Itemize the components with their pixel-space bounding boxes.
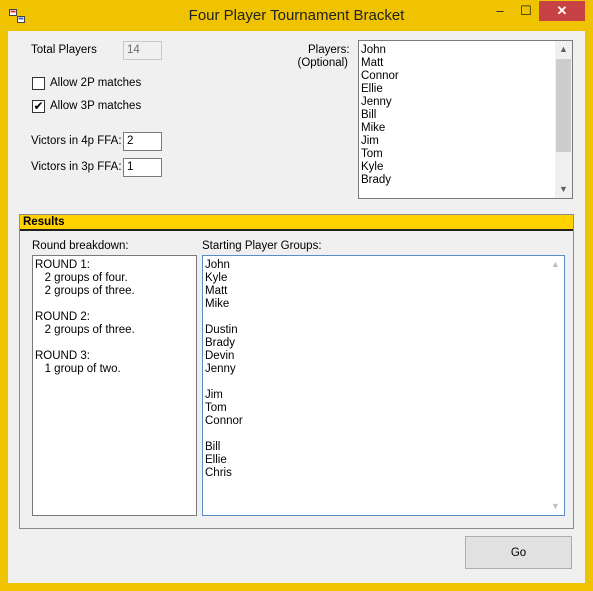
round-breakdown-line: ROUND 3: bbox=[35, 350, 90, 362]
title-bar[interactable]: Four Player Tournament Bracket – ☐ ✕ bbox=[1, 1, 592, 31]
starting-group-line: Bill bbox=[205, 441, 221, 453]
player-list-item[interactable]: Tom bbox=[359, 148, 555, 161]
starting-group-line: Brady bbox=[205, 337, 236, 349]
starting-group-line: Devin bbox=[205, 350, 235, 362]
players-list: John Matt Connor Ellie Jenny Bill Mike Jim Tom Ky… bbox=[359, 44, 555, 187]
client-area: Total Players 14 Allow 2P matches ✔ Allo… bbox=[8, 31, 585, 583]
round-breakdown-textbox[interactable]: ROUND 1: 2 groups of four. 2 groups of t… bbox=[32, 255, 197, 516]
victors-4p-label: Victors in 4p FFA: bbox=[31, 135, 122, 147]
allow-3p-label[interactable]: Allow 3P matches bbox=[50, 100, 141, 112]
player-list-item[interactable]: Brady bbox=[359, 174, 555, 187]
starting-group-line: Ellie bbox=[205, 454, 227, 466]
scroll-up-icon[interactable]: ▲ bbox=[555, 41, 572, 58]
starting-group-line: Jim bbox=[205, 389, 223, 401]
starting-groups-label: Starting Player Groups: bbox=[202, 240, 322, 252]
starting-group-line: Matt bbox=[205, 285, 228, 297]
go-button[interactable]: Go bbox=[465, 536, 572, 569]
round-breakdown-line: 1 group of two. bbox=[35, 363, 121, 375]
player-list-item[interactable]: Connor bbox=[359, 70, 555, 83]
app-window: Four Player Tournament Bracket – ☐ ✕ Tot… bbox=[0, 0, 593, 591]
player-list-item[interactable]: Jim bbox=[359, 135, 555, 148]
results-group: Results Round breakdown: ROUND 1: 2 grou… bbox=[19, 214, 574, 529]
scroll-down-icon[interactable]: ▼ bbox=[547, 498, 564, 515]
allow-3p-checkbox[interactable]: ✔ bbox=[32, 100, 45, 113]
maximize-button[interactable]: ☐ bbox=[513, 1, 539, 21]
allow-2p-label[interactable]: Allow 2P matches bbox=[50, 77, 141, 89]
players-listbox[interactable]: John Matt Connor Ellie Jenny Bill Mike Jim Tom Ky… bbox=[358, 40, 573, 199]
starting-group-line bbox=[205, 376, 544, 389]
starting-group-line: John bbox=[205, 259, 230, 271]
victors-4p-input[interactable]: 2 bbox=[123, 132, 162, 151]
scroll-down-icon[interactable]: ▼ bbox=[555, 181, 572, 198]
scroll-up-icon[interactable]: ▲ bbox=[547, 256, 564, 273]
player-list-item[interactable]: Jenny bbox=[359, 96, 555, 109]
player-list-item[interactable]: Ellie bbox=[359, 83, 555, 96]
starting-group-line: Kyle bbox=[205, 272, 228, 284]
starting-groups-scrollbar[interactable]: ▲ ▼ bbox=[547, 256, 564, 515]
player-list-item[interactable]: Matt bbox=[359, 57, 555, 70]
close-button[interactable]: ✕ bbox=[539, 1, 585, 21]
round-breakdown-line: ROUND 2: bbox=[35, 311, 90, 323]
scroll-thumb[interactable] bbox=[556, 59, 571, 152]
starting-group-line: Chris bbox=[205, 467, 232, 479]
starting-group-line: Connor bbox=[205, 415, 243, 427]
starting-group-line: Mike bbox=[205, 298, 230, 310]
round-breakdown-line: ROUND 1: bbox=[35, 259, 90, 271]
player-list-item[interactable]: Bill bbox=[359, 109, 555, 122]
round-breakdown-label: Round breakdown: bbox=[32, 240, 129, 252]
round-breakdown-text: ROUND 1: 2 groups of four. 2 groups of t… bbox=[35, 259, 194, 376]
total-players-label: Total Players bbox=[31, 44, 97, 56]
allow-2p-checkbox[interactable] bbox=[32, 77, 45, 90]
total-players-field: 14 bbox=[123, 41, 162, 60]
starting-groups-text: John Kyle Matt Mike Dustin Brady Devin Jenny Jim… bbox=[205, 259, 544, 480]
round-breakdown-line bbox=[35, 337, 194, 350]
players-optional-label: (Optional) bbox=[297, 57, 349, 69]
starting-group-line: Tom bbox=[205, 402, 227, 414]
player-list-item[interactable]: John bbox=[359, 44, 555, 57]
starting-group-line bbox=[205, 428, 544, 441]
starting-group-line: Dustin bbox=[205, 324, 238, 336]
round-breakdown-line: 2 groups of four. bbox=[35, 272, 128, 284]
starting-group-line bbox=[205, 311, 544, 324]
results-header: Results bbox=[20, 215, 573, 231]
starting-group-line: Jenny bbox=[205, 363, 236, 375]
round-breakdown-line: 2 groups of three. bbox=[35, 324, 135, 336]
starting-groups-textbox[interactable]: John Kyle Matt Mike Dustin Brady Devin Jenny Jim… bbox=[202, 255, 565, 516]
minimize-button[interactable]: – bbox=[487, 1, 513, 21]
player-list-item[interactable]: Kyle bbox=[359, 161, 555, 174]
victors-3p-input[interactable]: 1 bbox=[123, 158, 162, 177]
player-list-item[interactable]: Mike bbox=[359, 122, 555, 135]
round-breakdown-line: 2 groups of three. bbox=[35, 285, 135, 297]
players-scrollbar[interactable]: ▲ ▼ bbox=[555, 41, 572, 198]
round-breakdown-line bbox=[35, 298, 194, 311]
players-label: Players: bbox=[308, 44, 350, 56]
victors-3p-label: Victors in 3p FFA: bbox=[31, 161, 122, 173]
